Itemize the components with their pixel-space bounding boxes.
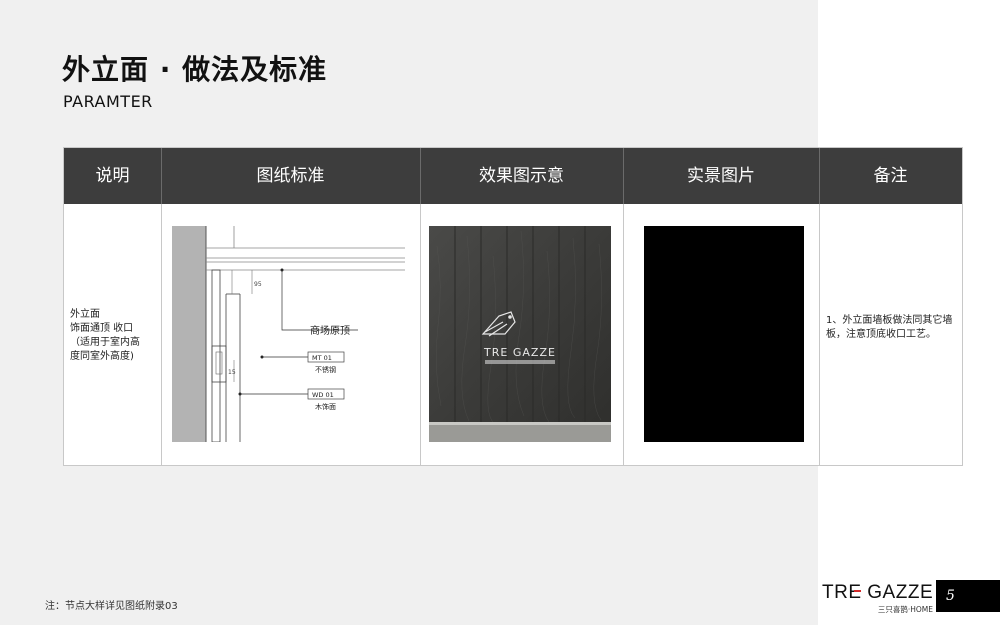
brand-logo: TRE GAZZE 三只喜鹊·HOME	[822, 582, 933, 614]
header-divider	[623, 148, 624, 204]
header-divider	[420, 148, 421, 204]
material-tag-name: 不锈钢	[315, 365, 336, 374]
header-cell-drawing: 图纸标准	[256, 166, 325, 186]
effect-logo-text: TRE GAZZE	[483, 346, 556, 359]
footnote: 注：节点大样详见图纸附录03	[45, 601, 178, 612]
description-cell: 外立面 饰面通顶 收口 （适用于室内高 度同室外高度)	[70, 308, 158, 364]
drawing-dimension: 95	[254, 281, 262, 288]
page-title: 外立面 · 做法及标准	[62, 53, 328, 86]
brand-name: TRE GAZZE	[822, 582, 933, 603]
material-tag-name: 木饰面	[315, 402, 336, 411]
header-divider	[161, 148, 162, 204]
header-cell-effect: 效果图示意	[479, 166, 564, 186]
header-cell-description: 说明	[95, 166, 130, 186]
header-cell-photo: 实景图片	[687, 166, 755, 186]
drawing-dimension: 15	[228, 369, 236, 376]
description-line: 饰面通顶 收口	[70, 323, 134, 334]
material-tag-code: WD 01	[312, 391, 334, 399]
material-tag-code: MT 01	[312, 354, 332, 362]
header-cell-remark: 备注	[873, 166, 908, 186]
description-line: （适用于室内高	[70, 337, 140, 348]
section-drawing: 95 15 商场原顶 MT 01 不锈钢 WD 01 木饰面	[172, 226, 405, 442]
page-subtitle: PARAMTER	[63, 92, 153, 111]
page-number: 5	[936, 580, 1000, 612]
spec-table: 说明 图纸标准 效果图示意 实景图片 备注 外立面 饰面通顶 收口 （适用于室内…	[63, 147, 963, 466]
header-divider	[819, 148, 820, 204]
drawing-label-top: 商场原顶	[310, 324, 350, 337]
effect-rendering: TRE GAZZE	[429, 226, 611, 442]
remark-cell: 1、外立面墙板做法同其它墙板，注意顶底收口工艺。	[826, 315, 953, 340]
site-photo-placeholder	[644, 226, 804, 442]
brand-subtitle: 三只喜鹊·HOME	[878, 604, 933, 614]
description-line: 外立面	[70, 309, 100, 320]
table-header: 说明 图纸标准 效果图示意 实景图片 备注	[64, 148, 962, 204]
description-line: 度同室外高度)	[70, 351, 134, 362]
